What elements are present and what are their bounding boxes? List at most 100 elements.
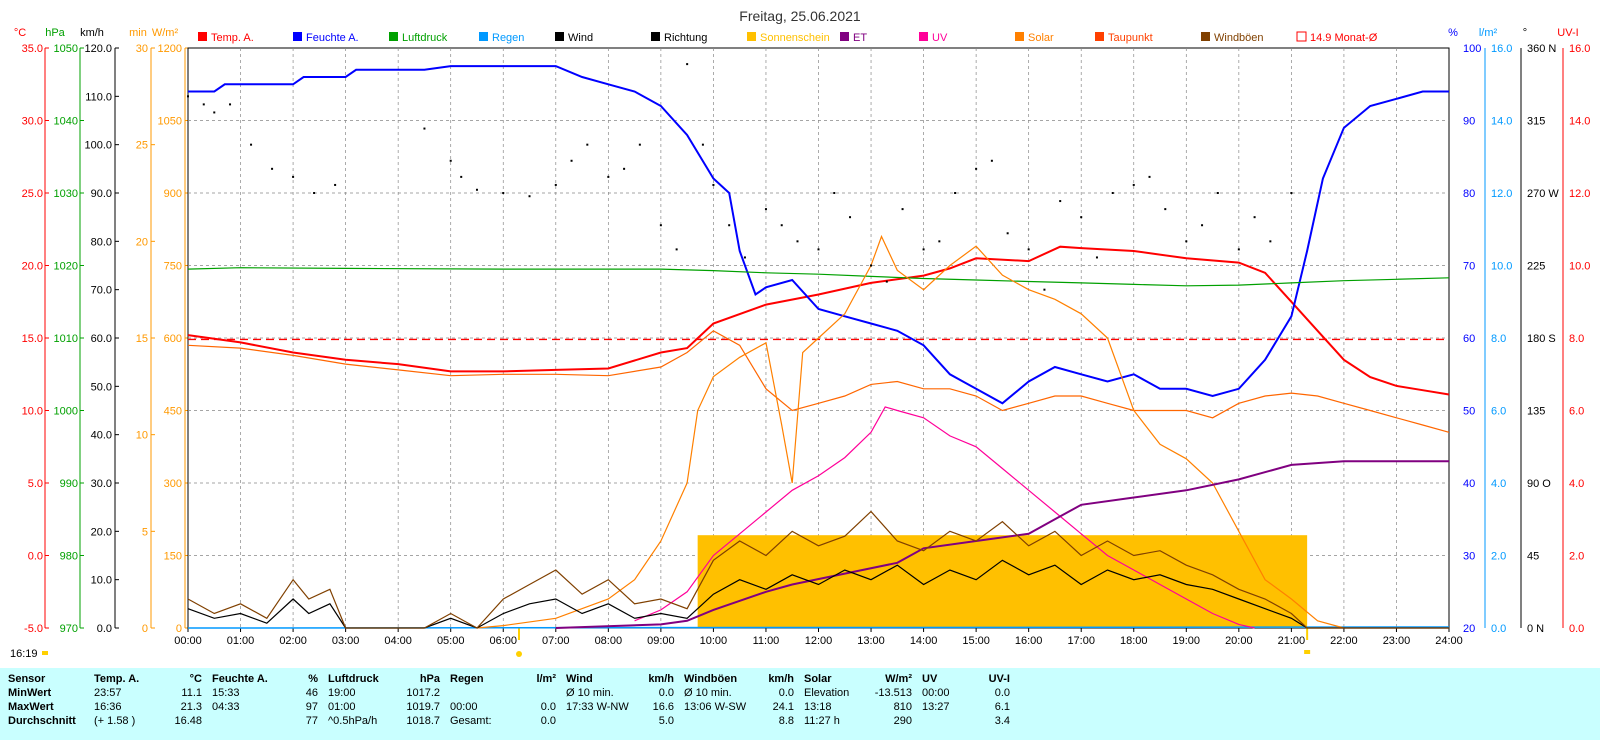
y-tick-label: 16.0 xyxy=(1569,43,1590,55)
legend-swatch xyxy=(479,32,488,41)
legend: Temp. A. Feuchte A. Luftdruck Regen Wind Rich… xyxy=(198,31,1378,44)
direction-point xyxy=(229,103,232,106)
legend-label: Feuchte A. xyxy=(306,32,359,44)
stats-min-value: 46 xyxy=(305,687,318,699)
y-tick-label: 750 xyxy=(164,261,182,273)
direction-point xyxy=(659,224,662,227)
y-tick-label: 10 xyxy=(136,430,148,442)
direction-point xyxy=(250,143,253,146)
y-tick-label: 50.0 xyxy=(91,381,112,393)
stats-max-value: 0.0 xyxy=(540,701,556,713)
stats-header-unit: °C xyxy=(189,673,202,685)
sunrise-marker-icon xyxy=(516,651,523,657)
stats-max-value: 810 xyxy=(893,701,912,713)
left-axis: 1200 1050 900 750 600 450 300 150 0 W/m² xyxy=(152,27,189,635)
y-tick-label: 300 xyxy=(164,478,182,490)
y-tick-label: 70 xyxy=(1463,261,1475,273)
x-tick-label: 16:00 xyxy=(1015,635,1043,647)
stats-header-unit: hPa xyxy=(419,673,440,685)
direction-point xyxy=(712,183,715,186)
y-tick-label: 1010 xyxy=(54,333,78,345)
direction-point xyxy=(475,188,478,191)
direction-point xyxy=(954,192,957,194)
direction-point xyxy=(870,264,873,267)
stats-min-value: -13.513 xyxy=(874,687,912,699)
legend-item: ET xyxy=(840,32,867,44)
direction-point xyxy=(1080,216,1083,219)
y-tick-label: 600 xyxy=(164,333,182,345)
direction-point xyxy=(975,167,978,170)
direction-point xyxy=(1132,183,1135,186)
y-tick-label: 12.0 xyxy=(1569,188,1590,200)
y-tick-label: 225 xyxy=(1527,261,1545,273)
legend-swatch xyxy=(747,32,756,41)
legend-swatch xyxy=(1015,32,1024,41)
y-tick-label: 30 xyxy=(136,43,148,55)
x-tick-label: 05:00 xyxy=(437,635,465,647)
legend-label: Regen xyxy=(492,32,524,44)
y-tick-label: 1000 xyxy=(54,406,78,418)
direction-point xyxy=(623,167,626,170)
stats-max-value: 97 xyxy=(305,701,318,713)
y-tick-label: 10.0 xyxy=(1569,261,1590,273)
legend-item: Feuchte A. xyxy=(293,32,359,44)
y-tick-label: 0.0 xyxy=(28,551,43,563)
y-tick-label: 1050 xyxy=(54,43,78,55)
stats-row-label: MinWert xyxy=(8,687,52,699)
x-tick-label: 02:00 xyxy=(279,635,307,647)
x-tick-label: 08:00 xyxy=(595,635,623,647)
y-tick-label: 1200 xyxy=(158,43,182,55)
sunset-marker-icon xyxy=(1304,650,1311,654)
axis-unit-label: hPa xyxy=(45,27,65,39)
direction-point xyxy=(554,183,557,186)
legend-swatch xyxy=(293,32,302,41)
y-tick-label: 0.0 xyxy=(97,623,112,635)
y-tick-label: 1030 xyxy=(54,188,78,200)
stats-header-unit: % xyxy=(308,673,318,685)
y-tick-label: 45 xyxy=(1527,551,1539,563)
legend-swatch xyxy=(389,32,398,41)
direction-point xyxy=(1185,240,1188,243)
x-tick-label: 14:00 xyxy=(910,635,938,647)
direction-point xyxy=(1111,192,1114,194)
y-tick-label: 20.0 xyxy=(91,526,112,538)
axis-unit-label: UV-I xyxy=(1557,27,1578,39)
legend-label: 14.9 Monat-Ø xyxy=(1310,32,1378,44)
legend-swatch xyxy=(1201,32,1210,41)
y-tick-label: 1040 xyxy=(54,116,78,128)
y-tick-label: 30 xyxy=(1463,551,1475,563)
legend-swatch xyxy=(840,32,849,41)
weather-chart: Freitag, 25.06.2021 Temp. A. Feuchte A. Lu… xyxy=(10,8,1590,660)
y-tick-label: 90 O xyxy=(1527,478,1551,490)
stats-avg-value: 8.8 xyxy=(778,715,794,727)
y-tick-label: 0 xyxy=(176,623,182,635)
direction-point xyxy=(728,224,731,227)
y-tick-label: 10.0 xyxy=(91,575,112,587)
direction-point xyxy=(187,95,189,98)
y-tick-label: 450 xyxy=(164,406,182,418)
direction-point xyxy=(701,143,704,146)
y-tick-label: 40.0 xyxy=(91,430,112,442)
stats-min-value: 0.0 xyxy=(658,687,674,699)
legend-swatch xyxy=(651,32,660,41)
direction-point xyxy=(1095,256,1098,259)
x-tick-label: 17:00 xyxy=(1067,635,1095,647)
direction-point xyxy=(885,280,888,283)
y-tick-label: 10.0 xyxy=(22,406,43,418)
legend-item: UV xyxy=(919,32,948,44)
direction-point xyxy=(922,248,925,251)
y-tick-label: 6.0 xyxy=(1569,406,1584,418)
legend-label: Taupunkt xyxy=(1108,32,1153,44)
x-tick-label: 10:00 xyxy=(700,635,728,647)
legend-item: Solar xyxy=(1015,32,1054,44)
y-tick-label: 10.0 xyxy=(1491,261,1512,273)
axis-unit-label: km/h xyxy=(80,27,104,39)
legend-item: Taupunkt xyxy=(1095,32,1153,44)
legend-item: Luftdruck xyxy=(389,32,448,44)
stats-avg-value: 0.0 xyxy=(540,715,556,727)
axis-unit-label: W/m² xyxy=(152,27,179,39)
y-tick-label: 4.0 xyxy=(1569,478,1584,490)
legend-label: Windböen xyxy=(1214,32,1264,44)
stats-min-value: 0.0 xyxy=(994,687,1010,699)
y-tick-label: 0 N xyxy=(1527,623,1544,635)
